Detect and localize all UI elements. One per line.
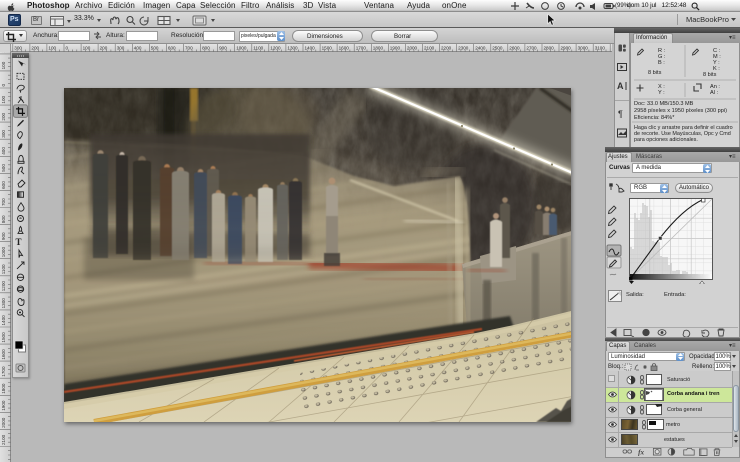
svg-text:2100: 2100	[1, 434, 6, 445]
svg-text:1600: 1600	[339, 46, 350, 51]
svg-text:2300: 2300	[458, 46, 469, 51]
svg-text:2200: 2200	[441, 46, 452, 51]
svg-text:0: 0	[1, 84, 6, 87]
svg-text:100: 100	[83, 46, 91, 51]
svg-text:2958 píxeles x 1950 píxeles (3: 2958 píxeles x 1950 píxeles (300 ppi)	[634, 108, 727, 114]
svg-text:100: 100	[1, 95, 6, 103]
svg-text:500: 500	[1, 164, 6, 172]
svg-text:Doc: 33.0 MB/150.3 MB: Doc: 33.0 MB/150.3 MB	[634, 101, 694, 107]
svg-text:Y :: Y :	[658, 90, 665, 96]
svg-text:900: 900	[1, 232, 6, 240]
svg-text:2100: 2100	[424, 46, 435, 51]
svg-text:1500: 1500	[322, 46, 333, 51]
svg-text:1000: 1000	[236, 46, 247, 51]
svg-text:3100: 3100	[595, 46, 606, 51]
svg-text:1300: 1300	[1, 298, 6, 309]
svg-text:1500: 1500	[1, 332, 6, 343]
svg-text:700: 700	[1, 198, 6, 206]
svg-text:2800: 2800	[544, 46, 555, 51]
svg-text:200: 200	[1, 112, 6, 120]
svg-text:100: 100	[48, 46, 56, 51]
svg-text:600: 600	[1, 181, 6, 189]
svg-text:700: 700	[185, 46, 193, 51]
svg-text:1000: 1000	[1, 247, 6, 258]
svg-text:1100: 1100	[1, 264, 6, 274]
svg-text:900: 900	[219, 46, 227, 51]
svg-text:2000: 2000	[1, 417, 6, 428]
svg-text:fx: fx	[638, 449, 644, 457]
svg-text:Al :: Al :	[710, 90, 719, 96]
svg-text:1300: 1300	[287, 46, 298, 51]
svg-text:2000: 2000	[407, 46, 418, 51]
svg-text:1700: 1700	[356, 46, 367, 51]
svg-text:0: 0	[66, 46, 69, 51]
svg-text:800: 800	[1, 215, 6, 223]
svg-text:400: 400	[1, 147, 6, 155]
svg-text:100: 100	[1, 61, 6, 69]
svg-text:1700: 1700	[1, 366, 6, 377]
svg-text:2700: 2700	[526, 46, 537, 51]
svg-text:2400: 2400	[475, 46, 486, 51]
svg-text:2900: 2900	[561, 46, 572, 51]
svg-text:1200: 1200	[270, 46, 281, 51]
svg-text:300: 300	[14, 46, 22, 51]
svg-text:1200: 1200	[1, 281, 6, 292]
svg-text:1800: 1800	[1, 383, 6, 394]
svg-text:2500: 2500	[492, 46, 503, 51]
svg-text:1800: 1800	[373, 46, 384, 51]
svg-text:1600: 1600	[1, 349, 6, 360]
svg-text:1900: 1900	[1, 400, 6, 411]
svg-text:800: 800	[202, 46, 210, 51]
svg-text:B :: B :	[658, 60, 665, 66]
svg-text:1100: 1100	[253, 46, 263, 51]
svg-text:A: A	[617, 81, 624, 91]
svg-text:1400: 1400	[305, 46, 316, 51]
svg-text:para opciones adicionales.: para opciones adicionales.	[634, 137, 698, 143]
svg-text:400: 400	[134, 46, 142, 51]
svg-text:8 bits: 8 bits	[648, 70, 662, 76]
svg-text:300: 300	[117, 46, 125, 51]
svg-text:200: 200	[31, 46, 39, 51]
svg-text:8 bits: 8 bits	[703, 72, 717, 78]
svg-text:2600: 2600	[509, 46, 520, 51]
svg-text:T: T	[16, 237, 22, 247]
svg-text:200: 200	[100, 46, 108, 51]
svg-text:¶: ¶	[618, 109, 623, 119]
svg-text:1400: 1400	[1, 315, 6, 326]
svg-text:Eficiencia: 84%*: Eficiencia: 84%*	[634, 115, 675, 121]
svg-text:1900: 1900	[390, 46, 401, 51]
svg-text:300: 300	[1, 130, 6, 138]
svg-text:600: 600	[168, 46, 176, 51]
svg-text:500: 500	[151, 46, 159, 51]
svg-text:3000: 3000	[578, 46, 589, 51]
